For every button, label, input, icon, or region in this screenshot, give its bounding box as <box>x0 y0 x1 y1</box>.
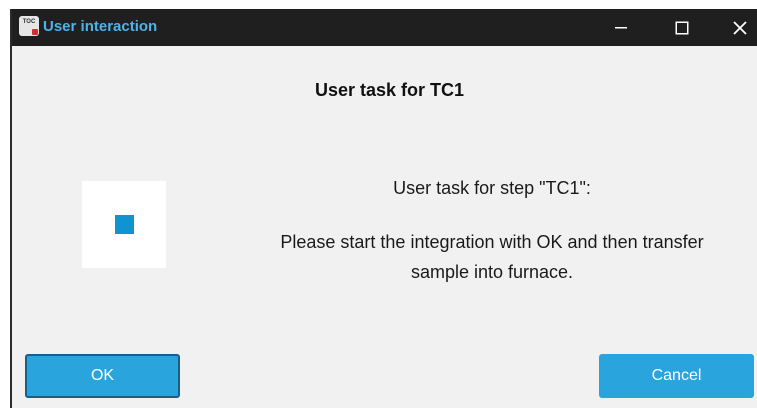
app-icon-label: TOC <box>22 19 36 25</box>
close-icon <box>733 20 747 35</box>
minimize-icon <box>615 26 627 28</box>
user-interaction-window: TOC User interaction User task for TC1 U… <box>10 9 757 408</box>
window-title: User interaction <box>43 18 158 35</box>
close-button[interactable] <box>715 9 757 46</box>
ok-button[interactable]: OK <box>25 354 180 398</box>
message-step-line: User task for step "TC1": <box>393 178 591 198</box>
status-indicator-box <box>82 181 166 268</box>
message-instruction-line2: sample into furnace. <box>410 262 574 282</box>
message-instruction-line1: Please start the integration with OK and… <box>280 232 704 252</box>
dialog-heading: User task for TC1 <box>314 80 465 100</box>
dialog-content: User task for TC1 User task for step "TC… <box>12 46 757 408</box>
cancel-button[interactable]: Cancel <box>599 354 754 398</box>
title-bar[interactable]: TOC User interaction <box>12 9 757 46</box>
dialog-message: User task for step "TC1": Please start t… <box>242 173 742 287</box>
maximize-icon <box>675 21 689 34</box>
status-square-icon <box>115 215 134 234</box>
app-icon-badge <box>32 29 38 35</box>
minimize-button[interactable] <box>596 9 646 46</box>
app-icon: TOC <box>19 16 39 36</box>
maximize-button[interactable] <box>657 9 707 46</box>
